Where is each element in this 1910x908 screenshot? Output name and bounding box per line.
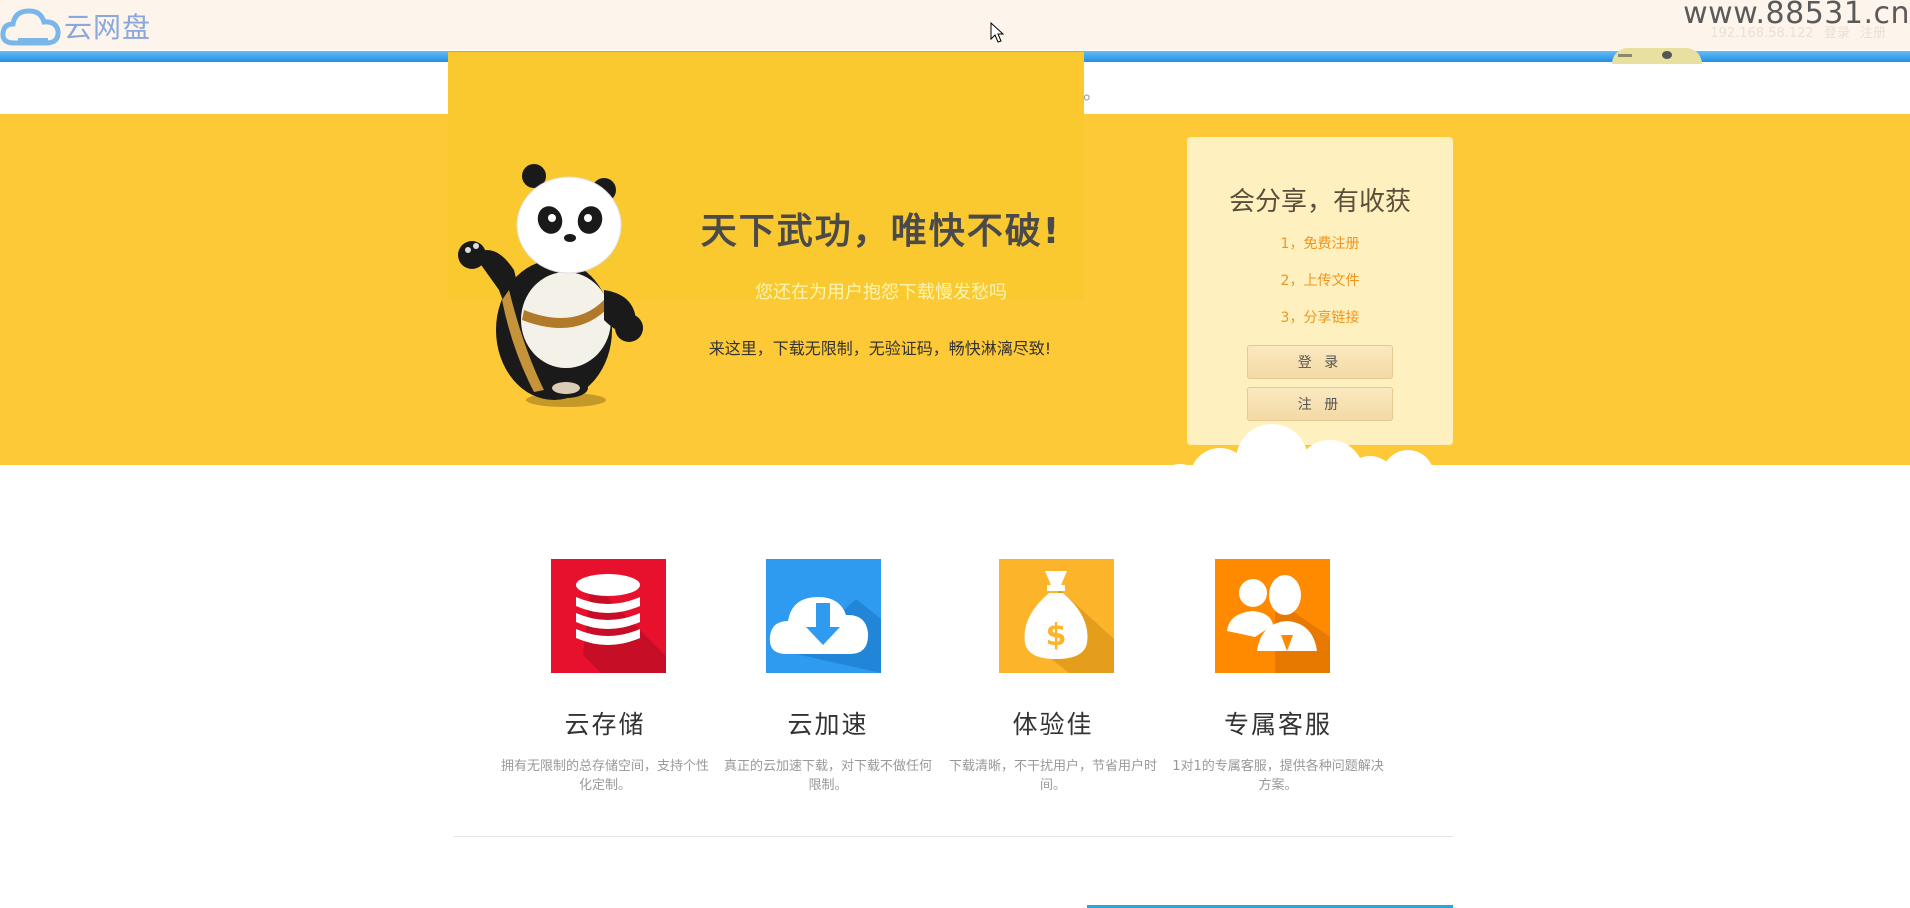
share-card-title: 会分享，有收获 bbox=[1228, 187, 1411, 217]
share-card: 会分享，有收获 1，免费注册 2，上传文件 3，分享链接 登 录 注 册 bbox=[1187, 137, 1453, 445]
cloud-logo-icon bbox=[0, 8, 61, 46]
share-step: 3，分享链接 bbox=[1280, 310, 1360, 326]
section-divider bbox=[454, 836, 1453, 837]
banner-cloud-base bbox=[1160, 465, 1460, 475]
svg-text:$: $ bbox=[1046, 618, 1067, 653]
logo[interactable]: 云网盘 bbox=[0, 3, 151, 49]
feature-description: 1对1的专属客服，提供各种问题解决方案。 bbox=[1172, 759, 1384, 793]
hero-subtitle: 您还在为用户抱怨下载慢发愁吗 bbox=[755, 282, 1007, 303]
feature-description: 真正的云加速下载，对下载不做任何限制。 bbox=[723, 759, 932, 793]
feature-title: 体验佳 bbox=[1012, 710, 1094, 739]
feature-title: 专属客服 bbox=[1223, 710, 1332, 739]
kungfu-panda-icon bbox=[458, 164, 643, 407]
cloud-download-icon bbox=[766, 559, 881, 673]
watermark: www.88531.cn bbox=[1683, 0, 1910, 31]
users-icon bbox=[1215, 559, 1330, 673]
share-step: 1，免费注册 bbox=[1280, 236, 1360, 252]
cloud-decoration-icon bbox=[1163, 424, 1434, 472]
share-step: 2，上传文件 bbox=[1280, 273, 1360, 289]
money-bag-icon: $ bbox=[999, 559, 1114, 673]
database-icon bbox=[551, 559, 666, 673]
feature-description: 拥有无限制的总存储空间，支持个性化定制。 bbox=[500, 759, 709, 793]
feature-title: 云存储 bbox=[564, 710, 646, 739]
login-button[interactable]: 登 录 bbox=[1247, 345, 1393, 379]
top-bar: 云网盘 192.168.58.122 登录 注册 www.88531.cn bbox=[0, 0, 1910, 50]
feature-description: 下载清晰，不干扰用户，节省用户时间。 bbox=[948, 759, 1157, 793]
mouse-cursor-icon bbox=[990, 22, 1004, 43]
logo-text: 云网盘 bbox=[64, 11, 152, 44]
hero-description: 来这里，下载无限制，无验证码，畅快淋漓尽致! bbox=[708, 339, 1052, 358]
hero-title: 天下武功，唯快不破! bbox=[700, 211, 1062, 252]
feature-title: 云加速 bbox=[787, 710, 869, 739]
mascot-peek-icon bbox=[1612, 48, 1702, 64]
